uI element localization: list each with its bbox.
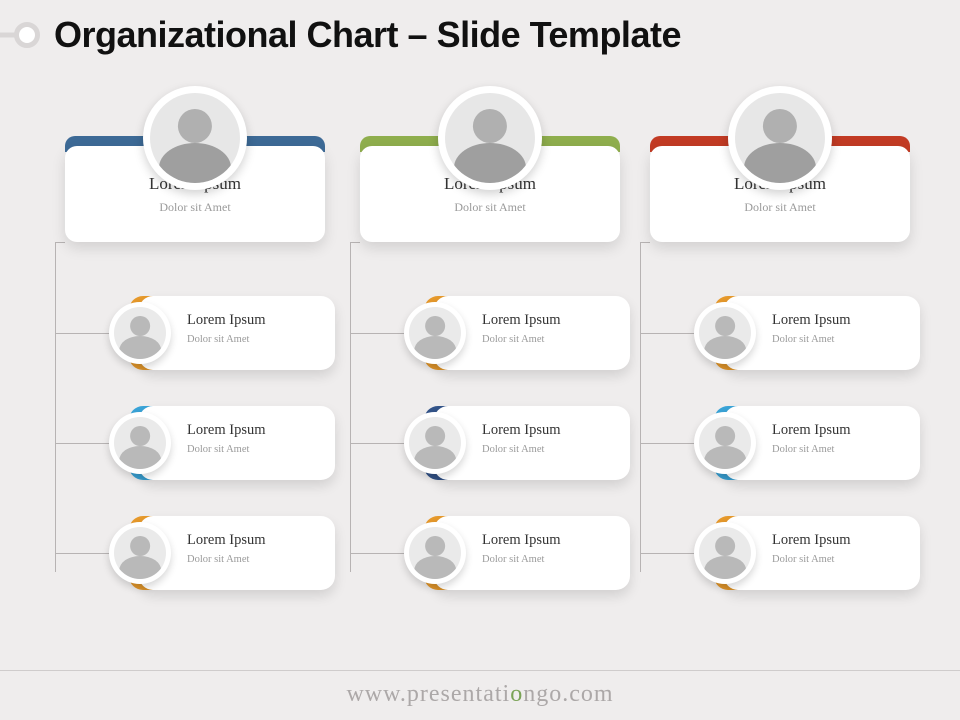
org-column-1: Lorem Ipsum Dolor sit Amet Lorem Ipsum D… [55, 96, 335, 226]
person-icon [114, 527, 166, 579]
child-name: Lorem Ipsum [772, 312, 910, 329]
person-icon [409, 527, 461, 579]
avatar [109, 522, 171, 584]
avatar [404, 302, 466, 364]
child-card: Lorem Ipsum Dolor sit Amet [117, 296, 335, 370]
child-name: Lorem Ipsum [772, 532, 910, 549]
footer-text-suffix: ngo.com [523, 681, 613, 707]
connector-line [55, 242, 65, 243]
child-name: Lorem Ipsum [482, 312, 620, 329]
avatar [694, 412, 756, 474]
child-role: Dolor sit Amet [772, 444, 910, 455]
footer-text-prefix: www.presentati [346, 681, 510, 707]
avatar [404, 522, 466, 584]
person-icon [699, 417, 751, 469]
child-name: Lorem Ipsum [482, 422, 620, 439]
avatar [728, 86, 832, 190]
avatar [109, 412, 171, 474]
child-card: Lorem Ipsum Dolor sit Amet [412, 516, 630, 590]
child-role: Dolor sit Amet [482, 554, 620, 565]
children-list: Lorem Ipsum Dolor sit Amet Lorem Ipsum D… [55, 296, 335, 626]
connector-line [350, 242, 360, 243]
child-card: Lorem Ipsum Dolor sit Amet [702, 406, 920, 480]
org-chart-stage: Lorem Ipsum Dolor sit Amet Lorem Ipsum D… [0, 66, 960, 656]
child-role: Dolor sit Amet [187, 334, 325, 345]
child-role: Dolor sit Amet [772, 554, 910, 565]
child-name: Lorem Ipsum [187, 312, 325, 329]
footer-attribution: www.presentationgo.com [0, 670, 960, 708]
bullet-icon [14, 22, 40, 48]
lead-role: Dolor sit Amet [360, 200, 620, 215]
child-role: Dolor sit Amet [482, 444, 620, 455]
org-column-2: Lorem Ipsum Dolor sit Amet Lorem Ipsum D… [350, 96, 630, 226]
child-name: Lorem Ipsum [187, 532, 325, 549]
slide-title: Organizational Chart – Slide Template [54, 14, 681, 56]
footer-text-accent: o [510, 681, 523, 707]
child-name: Lorem Ipsum [772, 422, 910, 439]
person-icon [735, 93, 825, 183]
slide-header: Organizational Chart – Slide Template [0, 0, 960, 66]
child-card: Lorem Ipsum Dolor sit Amet [702, 296, 920, 370]
avatar [694, 522, 756, 584]
person-icon [699, 307, 751, 359]
child-card: Lorem Ipsum Dolor sit Amet [412, 296, 630, 370]
child-card: Lorem Ipsum Dolor sit Amet [412, 406, 630, 480]
avatar [694, 302, 756, 364]
children-list: Lorem Ipsum Dolor sit Amet Lorem Ipsum D… [640, 296, 920, 626]
lead-card: Lorem Ipsum Dolor sit Amet [360, 96, 620, 226]
avatar [404, 412, 466, 474]
child-card: Lorem Ipsum Dolor sit Amet [702, 516, 920, 590]
lead-role: Dolor sit Amet [65, 200, 325, 215]
lead-card: Lorem Ipsum Dolor sit Amet [650, 96, 910, 226]
child-role: Dolor sit Amet [187, 554, 325, 565]
person-icon [409, 307, 461, 359]
avatar [109, 302, 171, 364]
person-icon [150, 93, 240, 183]
children-list: Lorem Ipsum Dolor sit Amet Lorem Ipsum D… [350, 296, 630, 626]
child-name: Lorem Ipsum [482, 532, 620, 549]
org-column-3: Lorem Ipsum Dolor sit Amet Lorem Ipsum D… [640, 96, 920, 226]
child-card: Lorem Ipsum Dolor sit Amet [117, 516, 335, 590]
person-icon [445, 93, 535, 183]
child-role: Dolor sit Amet [482, 334, 620, 345]
child-role: Dolor sit Amet [187, 444, 325, 455]
person-icon [114, 417, 166, 469]
lead-card: Lorem Ipsum Dolor sit Amet [65, 96, 325, 226]
person-icon [114, 307, 166, 359]
avatar [143, 86, 247, 190]
person-icon [699, 527, 751, 579]
child-card: Lorem Ipsum Dolor sit Amet [117, 406, 335, 480]
person-icon [409, 417, 461, 469]
child-name: Lorem Ipsum [187, 422, 325, 439]
avatar [438, 86, 542, 190]
connector-line [640, 242, 650, 243]
lead-role: Dolor sit Amet [650, 200, 910, 215]
child-role: Dolor sit Amet [772, 334, 910, 345]
